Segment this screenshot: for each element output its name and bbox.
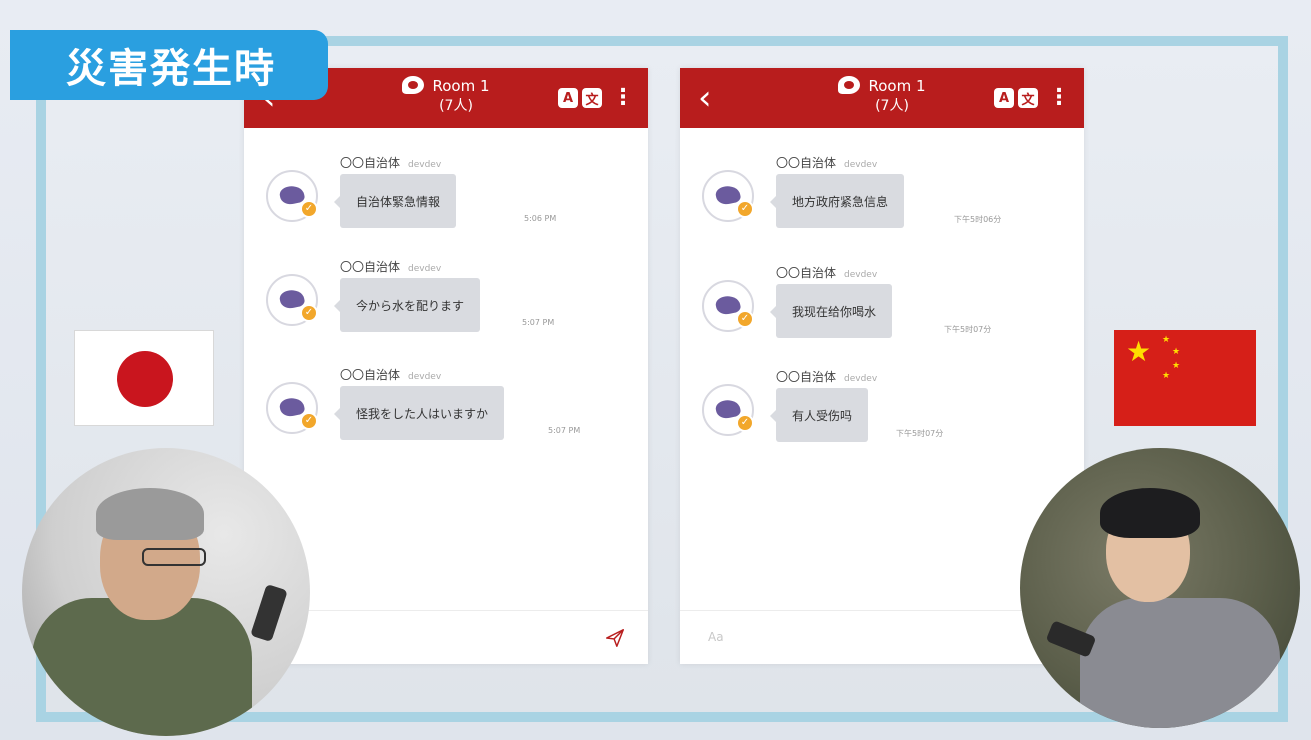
- message-time: 下午5时07分: [944, 325, 992, 334]
- chat-bubble-icon: [838, 76, 861, 94]
- paper-plane-icon[interactable]: [604, 627, 626, 649]
- translate-controls: A 文 ⋮: [558, 87, 634, 109]
- list-item: ✓ 〇〇自治体 devdev 我现在给你喝水 下午5时07分: [702, 264, 1062, 360]
- list-item: ✓ 〇〇自治体 devdev 今から水を配ります 5:07 PM: [266, 258, 626, 354]
- japan-flag: [74, 330, 214, 426]
- avatar: ✓: [702, 384, 754, 436]
- message-time: 下午5时06分: [954, 215, 1002, 224]
- message-bubble: 地方政府紧急信息: [769, 174, 905, 228]
- list-item: ✓ 〇〇自治体 devdev 怪我をした人はいますか 5:07 PM: [266, 366, 626, 462]
- message-bubble: 有人受伤吗: [769, 388, 869, 442]
- china-flag-small-star: ★: [1172, 347, 1181, 357]
- kebab-icon[interactable]: ⋮: [612, 87, 634, 109]
- translate-a-icon[interactable]: A: [558, 88, 578, 108]
- check-badge-icon: ✓: [300, 304, 318, 322]
- list-item: ✓ 〇〇自治体 devdev 地方政府紧急信息 下午5时06分: [702, 154, 1062, 250]
- message-time: 5:07 PM: [522, 318, 555, 327]
- kebab-icon[interactable]: ⋮: [1048, 87, 1070, 109]
- check-badge-icon: ✓: [736, 310, 754, 328]
- sender-name: 〇〇自治体 devdev: [340, 368, 442, 382]
- china-flag-small-star: ★: [1172, 361, 1181, 371]
- avatar: ✓: [702, 280, 754, 332]
- sender-name: 〇〇自治体 devdev: [776, 156, 878, 170]
- sender-name: 〇〇自治体 devdev: [340, 156, 442, 170]
- message-bubble: 自治体緊急情報: [333, 174, 457, 228]
- japan-flag-circle: [117, 351, 173, 407]
- avatar: ✓: [702, 170, 754, 222]
- chat-header: ‹ Room 1 (7人) A 文 ⋮: [680, 68, 1084, 128]
- check-badge-icon: ✓: [736, 200, 754, 218]
- message-time: 5:07 PM: [548, 426, 581, 435]
- translate-controls: A 文 ⋮: [994, 87, 1070, 109]
- check-badge-icon: ✓: [300, 200, 318, 218]
- china-flag-small-star: ★: [1162, 335, 1171, 345]
- message-time: 下午5时07分: [896, 429, 944, 438]
- room-name: Room 1: [432, 77, 490, 95]
- china-flag: ★ ★ ★ ★ ★: [1114, 330, 1256, 426]
- sender-name: 〇〇自治体 devdev: [776, 266, 878, 280]
- check-badge-icon: ✓: [736, 414, 754, 432]
- avatar: ✓: [266, 382, 318, 434]
- translate-a-icon[interactable]: A: [994, 88, 1014, 108]
- china-flag-small-star: ★: [1162, 371, 1171, 381]
- list-item: ✓ 〇〇自治体 devdev 有人受伤吗 下午5时07分: [702, 368, 1062, 464]
- room-name: Room 1: [868, 77, 926, 95]
- list-item: ✓ 〇〇自治体 devdev 自治体緊急情報 5:06 PM: [266, 154, 626, 250]
- message-bubble: 怪我をした人はいますか: [333, 386, 505, 440]
- photo-japanese-man: [22, 448, 310, 736]
- chat-bubble-icon: [402, 76, 425, 94]
- photo-chinese-man: [1020, 448, 1300, 728]
- message-bubble: 今から水を配ります: [333, 278, 481, 332]
- disaster-banner: 災害発生時: [10, 30, 328, 100]
- message-input-placeholder[interactable]: Aa: [708, 630, 724, 644]
- check-badge-icon: ✓: [300, 412, 318, 430]
- avatar: ✓: [266, 274, 318, 326]
- translate-kanji-icon[interactable]: 文: [1018, 88, 1038, 108]
- message-time: 5:06 PM: [524, 214, 557, 223]
- sender-name: 〇〇自治体 devdev: [340, 260, 442, 274]
- china-flag-big-star: ★: [1126, 335, 1152, 368]
- translate-kanji-icon[interactable]: 文: [582, 88, 602, 108]
- message-bubble: 我现在给你喝水: [769, 284, 893, 338]
- avatar: ✓: [266, 170, 318, 222]
- sender-name: 〇〇自治体 devdev: [776, 370, 878, 384]
